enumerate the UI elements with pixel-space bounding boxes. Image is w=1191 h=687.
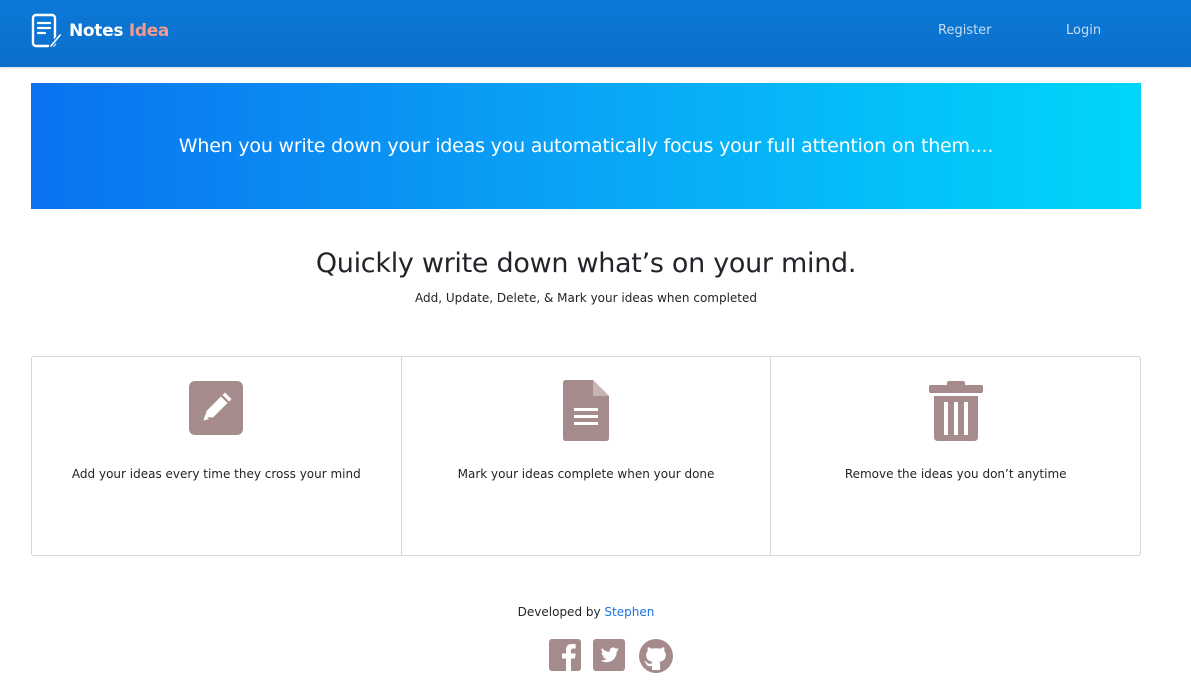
github-icon[interactable]: [639, 639, 673, 677]
edit-icon: [189, 381, 244, 439]
brand-accent: Idea: [128, 21, 170, 41]
footer-prefix: Developed by: [517, 605, 605, 619]
feature-card-add: Add your ideas every time they cross you…: [32, 357, 401, 555]
nav-login-link[interactable]: Login: [1066, 23, 1101, 38]
trash-icon: [928, 381, 983, 445]
document-icon: [563, 380, 609, 445]
facebook-icon[interactable]: [549, 639, 581, 675]
brand-logo[interactable]: Notes Idea: [31, 13, 169, 49]
twitter-icon[interactable]: [593, 639, 625, 675]
page-subtitle: Add, Update, Delete, & Mark your ideas w…: [414, 291, 758, 305]
brand-name: Notes: [69, 21, 124, 41]
banner-quote: When you write down your ideas you autom…: [178, 135, 994, 157]
nav-register-link[interactable]: Register: [938, 23, 992, 38]
notes-pen-icon: [31, 13, 63, 49]
feature-cards: Add your ideas every time they cross you…: [31, 356, 1141, 556]
page-title: Quickly write down what’s on your mind.: [315, 248, 857, 279]
author-link[interactable]: Stephen: [604, 605, 654, 619]
quote-banner: When you write down your ideas you autom…: [31, 83, 1141, 209]
feature-text-add: Add your ideas every time they cross you…: [71, 467, 361, 481]
feature-text-mark: Mark your ideas complete when your done: [457, 467, 715, 481]
feature-card-mark: Mark your ideas complete when your done: [400, 357, 771, 555]
navbar: Notes Idea Register Login: [0, 0, 1191, 67]
feature-text-remove: Remove the ideas you don’t anytime: [844, 467, 1067, 481]
feature-card-remove: Remove the ideas you don’t anytime: [770, 357, 1140, 555]
footer-credit: Developed by Stephen: [0, 605, 1172, 619]
